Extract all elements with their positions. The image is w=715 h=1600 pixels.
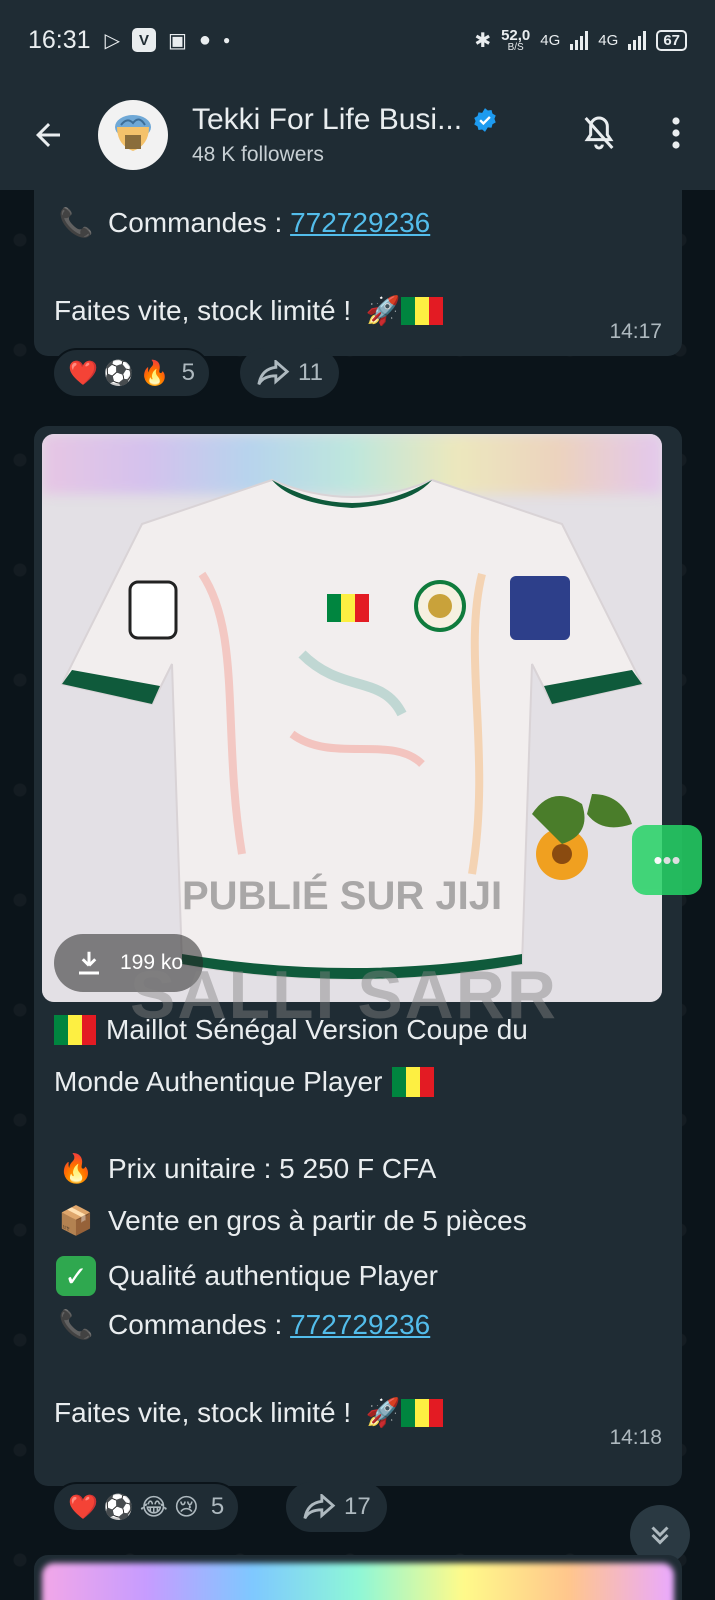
senegal-flag-icon	[401, 1398, 444, 1427]
reactions-pill[interactable]: ❤️ ⚽ 😂 😢 5	[52, 1482, 241, 1532]
wholesale-line: 📦 Vente en gros à partir de 5 pièces	[54, 1204, 527, 1237]
message-bubble[interactable]: PUBLIÉ SUR JIJI 199 ko SALLI SARR Maillo…	[34, 426, 682, 1486]
double-chevron-down-icon	[651, 1526, 669, 1545]
sad-reaction-icon: 😢	[173, 1493, 199, 1521]
signal-2-icon	[628, 30, 647, 50]
soccer-ball-reaction-icon: ⚽	[103, 359, 134, 387]
channel-name-row: Tekki For Life Busi...	[192, 103, 498, 137]
package-icon: 📦	[58, 1205, 94, 1236]
watermark-jiji: PUBLIÉ SUR JIJI	[182, 874, 503, 918]
message-bubble[interactable]: 📞 Commandes : 772729236 Faites vite, sto…	[34, 190, 682, 356]
message-time: 14:18	[609, 1426, 662, 1449]
channel-name: Tekki For Life Busi...	[192, 103, 463, 136]
closing-text: Faites vite, stock limité !	[54, 1396, 352, 1428]
reactions-pill[interactable]: ❤️ ⚽ 🔥 5	[52, 348, 212, 398]
next-message-bubble[interactable]	[34, 1555, 682, 1600]
title-line-1: Maillot Sénégal Version Coupe du	[54, 1014, 528, 1046]
signal-1-icon	[570, 30, 589, 50]
closing-line: Faites vite, stock limité ! 🚀	[54, 1396, 444, 1429]
closing-text: Faites vite, stock limité !	[54, 294, 352, 326]
senegal-flag-icon	[54, 1015, 96, 1045]
fire-reaction-icon: 🔥	[139, 359, 170, 387]
title-line-2: Monde Authentique Player	[54, 1066, 435, 1098]
senegal-flag-icon	[392, 1067, 435, 1097]
forward-count-pill[interactable]: 11	[240, 348, 339, 398]
phone-number-link[interactable]: 772729236	[290, 1309, 430, 1341]
phone-number-link[interactable]: 772729236	[290, 207, 430, 239]
quality-text: Qualité authentique Player	[108, 1260, 438, 1291]
status-bar: 16:31 ▷ V ▣ ● ● ✱ 52,0 B/S 4G 4G 67	[0, 0, 715, 80]
brain-logo-icon	[115, 115, 151, 151]
heart-reaction-icon: ❤️	[68, 1493, 98, 1521]
next-image-glow	[42, 1563, 674, 1600]
telephone-icon: 📞	[58, 1309, 94, 1340]
network-type-1: 4G	[540, 31, 561, 49]
soccer-ball-reaction-icon: ⚽	[103, 1493, 134, 1521]
price-text: Prix unitaire : 5 250 F CFA	[108, 1152, 437, 1184]
verified-badge-icon	[474, 108, 496, 132]
wholesale-text: Vente en gros à partir de 5 pièces	[108, 1204, 527, 1236]
floating-chat-bubble[interactable]: •••	[632, 825, 702, 895]
forward-count-pill[interactable]: 17	[286, 1482, 387, 1532]
heart-reaction-icon: ❤️	[68, 359, 98, 387]
price-line: 🔥 Prix unitaire : 5 250 F CFA	[54, 1152, 437, 1185]
orders-label: Commandes :	[108, 1308, 291, 1340]
back-button[interactable]	[20, 107, 76, 163]
battery-indicator: 67	[656, 29, 687, 51]
rocket-icon: 🚀	[365, 1397, 401, 1428]
product-image[interactable]: PUBLIÉ SUR JIJI 199 ko	[42, 434, 662, 1002]
chat-notification-icon: ●	[198, 28, 211, 51]
channel-title-block[interactable]: Tekki For Life Busi... 48 K followers	[192, 103, 498, 167]
app-v-icon: V	[131, 28, 156, 52]
status-time: 16:31	[28, 25, 91, 54]
system-indicators: ✱ 52,0 B/S 4G 4G 67	[474, 28, 687, 53]
check-mark-icon: ✓	[56, 1256, 96, 1296]
quality-line: ✓ Qualité authentique Player	[54, 1256, 438, 1296]
network-speed: 52,0 B/S	[501, 26, 531, 53]
orders-label: Commandes :	[108, 206, 291, 238]
telephone-icon: 📞	[58, 207, 94, 238]
channel-header: Tekki For Life Busi... 48 K followers	[0, 80, 715, 190]
arrow-left-icon	[36, 123, 60, 147]
laughing-reaction-icon: 😂	[139, 1493, 168, 1521]
forward-count: 11	[298, 359, 323, 386]
forward-icon	[257, 360, 290, 386]
bluetooth-icon: ✱	[474, 29, 492, 52]
notification-icons: ▷ V ▣ ● ●	[104, 28, 231, 53]
network-type-2: 4G	[598, 31, 619, 49]
senegal-flag-icon	[401, 296, 444, 325]
reactions-count: 5	[181, 359, 196, 386]
header-actions	[579, 113, 695, 158]
forward-icon	[303, 1494, 336, 1520]
more-options-button[interactable]	[669, 115, 683, 156]
ellipsis-icon: •••	[653, 844, 681, 875]
app-notification-icon: ▣	[167, 29, 187, 52]
bell-off-icon	[584, 115, 614, 149]
title-text-1: Maillot Sénégal Version Coupe du	[106, 1014, 528, 1045]
mute-notifications-button[interactable]	[579, 113, 619, 158]
share-notification-icon: ▷	[104, 29, 120, 52]
closing-line: Faites vite, stock limité ! 🚀	[54, 294, 444, 327]
forward-count: 17	[344, 1493, 371, 1520]
rocket-icon: 🚀	[365, 295, 401, 326]
kebab-menu-icon	[672, 116, 680, 149]
title-text-2: Monde Authentique Player	[54, 1066, 383, 1097]
orders-line: 📞 Commandes : 772729236	[54, 206, 431, 239]
followers-count: 48 K followers	[192, 143, 324, 166]
channel-avatar[interactable]	[98, 100, 168, 170]
download-icon	[79, 951, 99, 975]
reactions-count: 5	[210, 1493, 225, 1520]
message-time: 14:17	[609, 320, 662, 343]
orders-line: 📞 Commandes : 772729236	[54, 1308, 431, 1341]
fire-icon: 🔥	[58, 1153, 94, 1184]
more-notifications-dot-icon: ●	[222, 33, 231, 47]
